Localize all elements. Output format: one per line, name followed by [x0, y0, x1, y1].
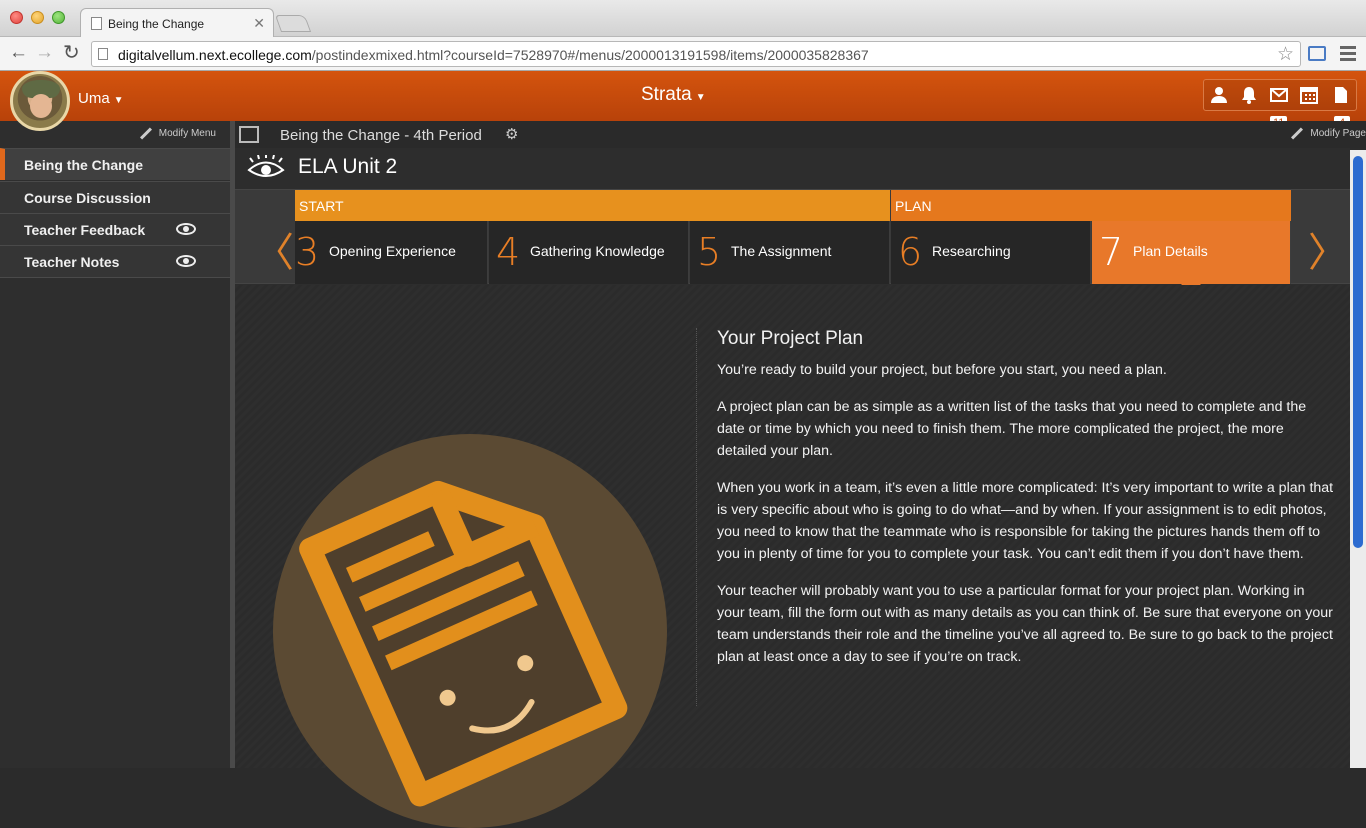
user-menu[interactable]: Uma ▼ [78, 90, 124, 107]
article-paragraph: You’re ready to build your project, but … [717, 362, 1167, 378]
next-step-icon[interactable]: 〉 [1308, 220, 1348, 278]
step-3[interactable]: 3 Opening Experience [295, 221, 488, 284]
username: Uma [78, 90, 110, 107]
unit-eye-icon [247, 155, 285, 177]
page-scrollbar[interactable] [1350, 150, 1366, 768]
window-close-button[interactable] [10, 11, 23, 24]
unit-title: ELA Unit 2 [298, 155, 398, 178]
step-5[interactable]: 5 The Assignment [690, 221, 890, 284]
phase-start: START [295, 190, 890, 221]
unit-header: ELA Unit 2 [235, 148, 1350, 189]
profile-icon[interactable] [1210, 86, 1228, 104]
step-number: 6 [898, 230, 923, 274]
sidebar-item-teacher-notes[interactable]: Teacher Notes [0, 245, 230, 277]
visibility-eye-icon [176, 223, 196, 235]
bookmark-star-icon[interactable]: ☆ [1277, 43, 1294, 66]
sidebar: Modify Menu Being the Change Course Disc… [0, 121, 230, 768]
step-7[interactable]: 7 Plan Details [1092, 221, 1291, 284]
sidebar-item-label: Course Discussion [24, 190, 151, 206]
sidebar-item-being-the-change[interactable]: Being the Change [0, 148, 230, 180]
window-minimize-button[interactable] [31, 11, 44, 24]
step-label: Researching [932, 243, 1011, 259]
brand-menu[interactable]: Strata ▼ [641, 84, 706, 106]
article-paragraph: Your teacher will probably want you to u… [717, 583, 1333, 665]
article: Your Project Plan You’re ready to build … [717, 328, 1335, 683]
sidebar-divider [0, 277, 230, 278]
sidebar-item-label: Teacher Feedback [24, 222, 146, 238]
article-heading: Your Project Plan [717, 328, 864, 349]
cast-icon[interactable] [1308, 46, 1326, 61]
browser-toolbar: ← → ↻ digitalvellum.next.ecollege.com/po… [0, 37, 1366, 71]
url-host: digitalvellum.next.ecollege.com [118, 47, 312, 63]
step-number: 7 [1099, 230, 1124, 274]
project-plan-illustration-icon [273, 434, 667, 828]
step-label: The Assignment [731, 243, 832, 259]
avatar[interactable] [10, 71, 70, 131]
step-4[interactable]: 4 Gathering Knowledge [489, 221, 689, 284]
step-number: 4 [496, 230, 521, 274]
document-icon[interactable] [1332, 86, 1350, 104]
back-icon[interactable]: ← [9, 42, 28, 64]
chevron-down-icon: ▼ [695, 92, 706, 103]
forward-icon[interactable]: → [35, 42, 54, 64]
modify-page-label: Modify Page [1310, 128, 1366, 139]
app-header: Uma▼ Strata▼ 11 4 [0, 71, 1366, 131]
previous-step-icon[interactable]: 〈 [254, 220, 294, 278]
browser-tab[interactable]: Being the Change ✕ [80, 8, 274, 38]
step-label: Gathering Knowledge [530, 243, 665, 259]
sidebar-item-label: Teacher Notes [24, 254, 120, 270]
reload-icon[interactable]: ↻ [63, 42, 80, 64]
main-content: Being the Change - 4th Period ⚙ Modify P… [235, 121, 1366, 828]
window-maximize-button[interactable] [52, 11, 65, 24]
calendar-icon[interactable] [1300, 86, 1318, 104]
modify-menu-label: Modify Menu [158, 128, 216, 139]
article-paragraph: A project plan can be as simple as a wri… [717, 399, 1307, 459]
step-6[interactable]: 6 Researching [891, 221, 1091, 284]
article-paragraph: When you work in a team, it’s even a lit… [717, 480, 1334, 562]
step-label: Opening Experience [329, 243, 456, 259]
sidebar-item-teacher-feedback[interactable]: Teacher Feedback [0, 213, 230, 245]
lesson-content: Your Project Plan You’re ready to build … [235, 285, 1350, 828]
step-number: 5 [697, 230, 722, 274]
sidebar-item-course-discussion[interactable]: Course Discussion [0, 181, 230, 213]
browser-menu-icon[interactable] [1340, 46, 1356, 64]
step-label: Plan Details [1133, 243, 1208, 259]
url-text: digitalvellum.next.ecollege.com/postinde… [118, 47, 869, 63]
content-divider [696, 328, 697, 706]
sidebar-item-label: Being the Change [24, 157, 144, 173]
tab-close-icon[interactable]: ✕ [253, 15, 265, 32]
step-navigator: 〈 START PLAN 3 Opening Experience 4 Gath… [235, 189, 1350, 284]
header-icon-group: 11 4 [1203, 79, 1357, 131]
new-tab-button[interactable] [274, 15, 312, 32]
address-bar[interactable]: digitalvellum.next.ecollege.com/postinde… [91, 41, 1301, 67]
page-favicon-icon [91, 17, 102, 30]
course-title: Being the Change - 4th Period [280, 127, 482, 144]
modify-menu-button[interactable]: Modify Menu [139, 127, 216, 140]
brand-name: Strata [641, 84, 692, 105]
scrollbar-thumb[interactable] [1353, 156, 1363, 548]
course-bar: Being the Change - 4th Period ⚙ Modify P… [235, 121, 1366, 148]
url-path: /postindexmixed.html?courseId=7528970#/m… [311, 47, 869, 63]
tab-title: Being the Change [108, 17, 205, 31]
pencil-icon [139, 127, 152, 140]
browser-titlebar: Being the Change ✕ [0, 0, 1366, 38]
collapse-sidebar-icon[interactable] [239, 126, 259, 143]
bell-icon[interactable] [1240, 86, 1258, 104]
phase-plan: PLAN [891, 190, 1291, 221]
pencil-icon [1291, 127, 1304, 140]
mail-icon[interactable] [1270, 86, 1288, 104]
modify-page-button[interactable]: Modify Page [1290, 127, 1366, 140]
gear-icon[interactable]: ⚙ [505, 125, 518, 143]
visibility-eye-icon [176, 255, 196, 267]
chevron-down-icon: ▼ [113, 95, 124, 106]
page-icon [98, 48, 108, 60]
step-number: 3 [295, 230, 320, 274]
